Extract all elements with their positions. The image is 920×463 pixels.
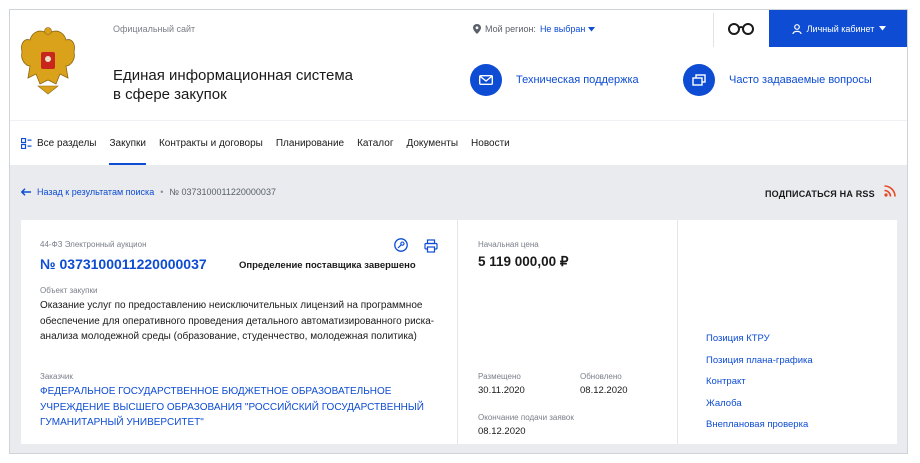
nav-news[interactable]: Новости xyxy=(471,121,510,165)
personal-cabinet-button[interactable]: Личный кабинет xyxy=(769,10,907,47)
updated-label: Обновлено xyxy=(580,372,622,381)
customer-link[interactable]: ФЕДЕРАЛЬНОЕ ГОСУДАРСТВЕННОЕ БЮДЖЕТНОЕ ОБ… xyxy=(40,384,450,431)
nav-planning[interactable]: Планирование xyxy=(276,121,344,165)
purchase-main-column: 44-ФЗ Электронный аукцион № 037310001122… xyxy=(21,220,458,444)
placed-label: Размещено xyxy=(478,372,521,381)
breadcrumb-separator: • xyxy=(160,187,164,197)
purchase-price-column: Начальная цена 5 119 000,00 ₽ Размещено … xyxy=(459,220,678,444)
placed-date: 30.11.2020 xyxy=(478,385,525,396)
object-label: Объект закупки xyxy=(40,286,98,295)
chevron-down-icon xyxy=(879,26,887,31)
link-ktru-position[interactable]: Позиция КТРУ xyxy=(706,332,813,345)
region-value[interactable]: Не выбран xyxy=(539,24,596,34)
header: Официальный сайт Единая информационная с… xyxy=(10,10,907,120)
tech-support-label: Техническая поддержка xyxy=(516,74,639,86)
purchase-number-link[interactable]: № 0373100011220000037 xyxy=(40,256,207,272)
link-plan-schedule-position[interactable]: Позиция плана-графика xyxy=(706,354,813,367)
purchase-links-column: Позиция КТРУ Позиция плана-графика Контр… xyxy=(679,220,897,444)
rss-icon[interactable] xyxy=(884,185,896,197)
mail-icon xyxy=(470,64,502,96)
deadline-label: Окончание подачи заявок xyxy=(478,413,574,422)
print-icon[interactable] xyxy=(424,239,438,253)
sections-grid-icon xyxy=(21,137,32,149)
customer-label: Заказчик xyxy=(40,372,73,381)
link-unscheduled-inspection[interactable]: Внеплановая проверка xyxy=(706,418,813,431)
nav-all-sections[interactable]: Все разделы xyxy=(21,121,96,165)
nav-purchases[interactable]: Закупки xyxy=(109,121,147,165)
back-to-results-link[interactable]: Назад к результатам поиска xyxy=(37,187,154,197)
law-type: 44-ФЗ Электронный аукцион xyxy=(40,240,147,249)
site-title[interactable]: Единая информационная система в сфере за… xyxy=(113,66,373,104)
link-contract[interactable]: Контракт xyxy=(706,375,813,388)
nav-contracts[interactable]: Контракты и договоры xyxy=(159,121,263,165)
breadcrumb-current: № 0373100011220000037 xyxy=(169,187,276,197)
nav-all-sections-label: Все разделы xyxy=(37,137,97,149)
price-label: Начальная цена xyxy=(478,240,539,249)
coat-of-arms-logo[interactable] xyxy=(18,26,78,98)
updated-date: 08.12.2020 xyxy=(580,385,628,396)
site-title-line1: Единая информационная система xyxy=(113,67,353,84)
link-complaint[interactable]: Жалоба xyxy=(706,397,813,410)
tech-support-button[interactable]: Техническая поддержка xyxy=(470,64,639,96)
arrow-left-icon[interactable] xyxy=(21,188,31,196)
related-links: Позиция КТРУ Позиция плана-графика Контр… xyxy=(706,332,813,431)
faq-windows-icon xyxy=(683,64,715,96)
purchase-card: 44-ФЗ Электронный аукцион № 037310001122… xyxy=(21,220,897,444)
location-pin-icon xyxy=(473,24,481,34)
price-value: 5 119 000,00 ₽ xyxy=(478,254,569,269)
header-divider xyxy=(713,13,714,47)
object-text: Оказание услуг по предоставлению неисклю… xyxy=(40,300,435,342)
faq-label: Часто задаваемые вопросы xyxy=(729,74,872,86)
user-icon xyxy=(792,23,802,34)
faq-button[interactable]: Часто задаваемые вопросы xyxy=(683,64,872,96)
nav-documents[interactable]: Документы xyxy=(406,121,458,165)
chevron-down-icon xyxy=(588,26,596,31)
personal-cabinet-label: Личный кабинет xyxy=(806,23,875,34)
region-label: Мой регион: xyxy=(485,24,536,34)
key-icon[interactable] xyxy=(394,238,408,252)
rss-subscribe-link[interactable]: ПОДПИСАТЬСЯ НА RSS xyxy=(765,189,875,199)
breadcrumb: Назад к результатам поиска • № 037310001… xyxy=(21,187,276,197)
official-site-label: Официальный сайт xyxy=(113,24,196,34)
region-selector[interactable]: Мой регион: Не выбран xyxy=(473,24,596,34)
deadline-date: 08.12.2020 xyxy=(478,426,526,437)
page-frame: Официальный сайт Единая информационная с… xyxy=(9,9,908,454)
nav-catalog[interactable]: Каталог xyxy=(357,121,393,165)
main-nav: Все разделы Закупки Контракты и договоры… xyxy=(10,120,907,165)
purchase-status: Определение поставщика завершено xyxy=(239,260,416,271)
region-value-text: Не выбран xyxy=(539,24,586,34)
accessibility-glasses-icon[interactable] xyxy=(727,22,755,36)
site-title-line2: в сфере закупок xyxy=(113,86,227,103)
